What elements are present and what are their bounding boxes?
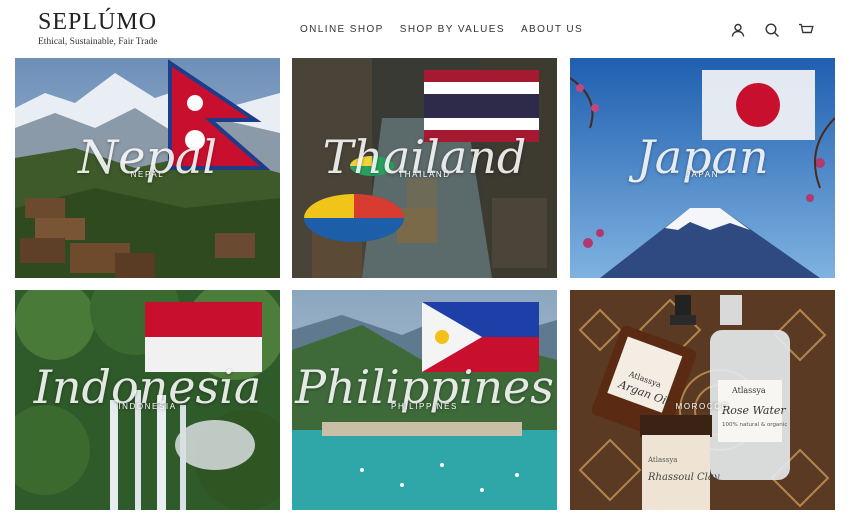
jar-maker-text: Atlassya — [647, 456, 677, 464]
tile-caption-philippines: PHILIPPINES — [391, 402, 458, 411]
main-nav: ONLINE SHOP SHOP BY VALUES ABOUT US — [300, 24, 583, 35]
brand-logo[interactable]: SEPLÚMO Ethical, Sustainable, Fair Trade — [38, 9, 158, 47]
country-tile-nepal[interactable]: Nepal NEPAL — [15, 58, 280, 278]
morocco-image: Atlassya Argan Oil Atlassya Rose Water 1… — [570, 290, 835, 510]
tile-caption-morocco: MOROCCO — [675, 402, 730, 411]
country-tile-thailand[interactable]: Thailand THAILAND — [292, 58, 557, 278]
rosewater-sub-text: 100% natural & organic — [722, 422, 787, 428]
country-tile-morocco[interactable]: Atlassya Argan Oil Atlassya Rose Water 1… — [570, 290, 835, 510]
search-icon[interactable] — [764, 22, 780, 38]
country-tile-indonesia[interactable]: Indonesia INDONESIA — [15, 290, 280, 510]
tile-caption-indonesia: INDONESIA — [118, 402, 177, 411]
tile-caption-thailand: THAILAND — [398, 170, 451, 179]
header-icons — [730, 22, 814, 38]
country-tile-japan[interactable]: Japan JAPAN — [570, 58, 835, 278]
rosewater-maker-text: Atlassya — [731, 386, 766, 395]
country-tile-philippines[interactable]: Philippines PHILIPPINES — [292, 290, 557, 510]
nav-online-shop[interactable]: ONLINE SHOP — [300, 24, 384, 35]
nav-about-us[interactable]: ABOUT US — [521, 24, 583, 35]
cart-icon[interactable] — [798, 22, 814, 38]
user-icon[interactable] — [730, 22, 746, 38]
tile-caption-japan: JAPAN — [685, 170, 720, 179]
site-header: SEPLÚMO Ethical, Sustainable, Fair Trade… — [0, 0, 850, 56]
brand-tagline: Ethical, Sustainable, Fair Trade — [38, 37, 158, 47]
tile-caption-nepal: NEPAL — [130, 170, 165, 179]
jar-label-text: Rhassoul Clay — [647, 472, 720, 483]
nav-shop-by-values[interactable]: SHOP BY VALUES — [400, 24, 505, 35]
brand-name: SEPLÚMO — [38, 9, 158, 35]
